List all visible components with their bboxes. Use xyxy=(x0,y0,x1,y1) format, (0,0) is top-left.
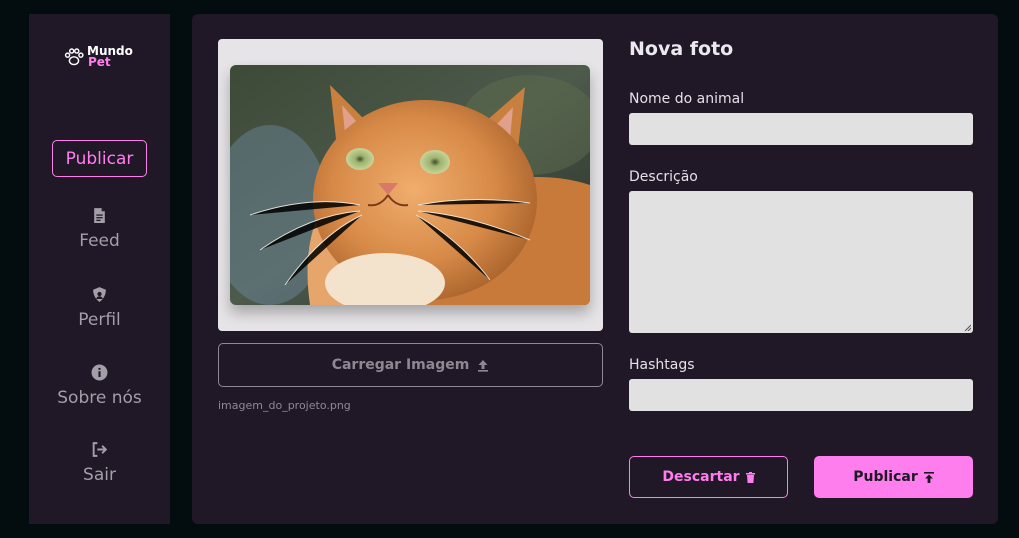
logo[interactable]: Mundo Pet xyxy=(63,45,133,69)
shield-icon xyxy=(93,287,106,302)
publish-button[interactable]: Publicar xyxy=(814,456,973,498)
sidebar-item-perfil[interactable]: Perfil xyxy=(29,286,170,330)
paw-icon xyxy=(64,48,84,66)
file-name: imagem_do_projeto.png xyxy=(218,399,351,412)
trash-icon xyxy=(745,471,755,483)
sidebar-item-label: Perfil xyxy=(78,310,121,330)
image-preview-card xyxy=(218,39,603,331)
sidebar-item-label: Feed xyxy=(79,231,120,251)
upload-image-button[interactable]: Carregar Imagem xyxy=(218,343,603,387)
hashtags-label: Hashtags xyxy=(629,357,695,373)
publish-icon xyxy=(923,471,934,483)
name-label: Nome do animal xyxy=(629,91,745,107)
info-icon xyxy=(91,364,108,381)
description-textarea[interactable] xyxy=(629,191,973,333)
upload-icon xyxy=(478,359,489,372)
name-input[interactable] xyxy=(629,113,973,145)
sidebar-item-label: Sobre nós xyxy=(57,388,142,408)
logo-line2: Pet xyxy=(88,55,111,69)
sidebar-item-sair[interactable]: Sair xyxy=(29,441,170,485)
cat-photo-illustration xyxy=(230,65,590,305)
document-icon xyxy=(94,208,105,223)
sidebar-item-label: Sair xyxy=(83,465,116,485)
discard-button[interactable]: Descartar xyxy=(629,456,788,498)
sidebar-item-sobre-nos[interactable]: Sobre nós xyxy=(29,364,170,408)
sidebar: Mundo Pet Publicar Feed Perfil Sobre nós xyxy=(29,14,170,524)
sidebar-publish-button[interactable]: Publicar xyxy=(52,140,147,177)
cat-photo xyxy=(230,65,590,305)
description-label: Descrição xyxy=(629,169,698,185)
sidebar-item-feed[interactable]: Feed xyxy=(29,207,170,251)
upload-image-label: Carregar Imagem xyxy=(331,357,470,373)
new-photo-panel: Carregar Imagem imagem_do_projeto.png No… xyxy=(192,14,998,524)
resize-handle-icon[interactable] xyxy=(964,324,971,331)
logo-text: Mundo Pet xyxy=(87,45,133,69)
publish-label: Publicar xyxy=(853,469,918,485)
page-title: Nova foto xyxy=(629,38,734,60)
hashtags-input[interactable] xyxy=(629,379,973,411)
logout-icon xyxy=(92,442,108,457)
discard-label: Descartar xyxy=(662,469,740,485)
